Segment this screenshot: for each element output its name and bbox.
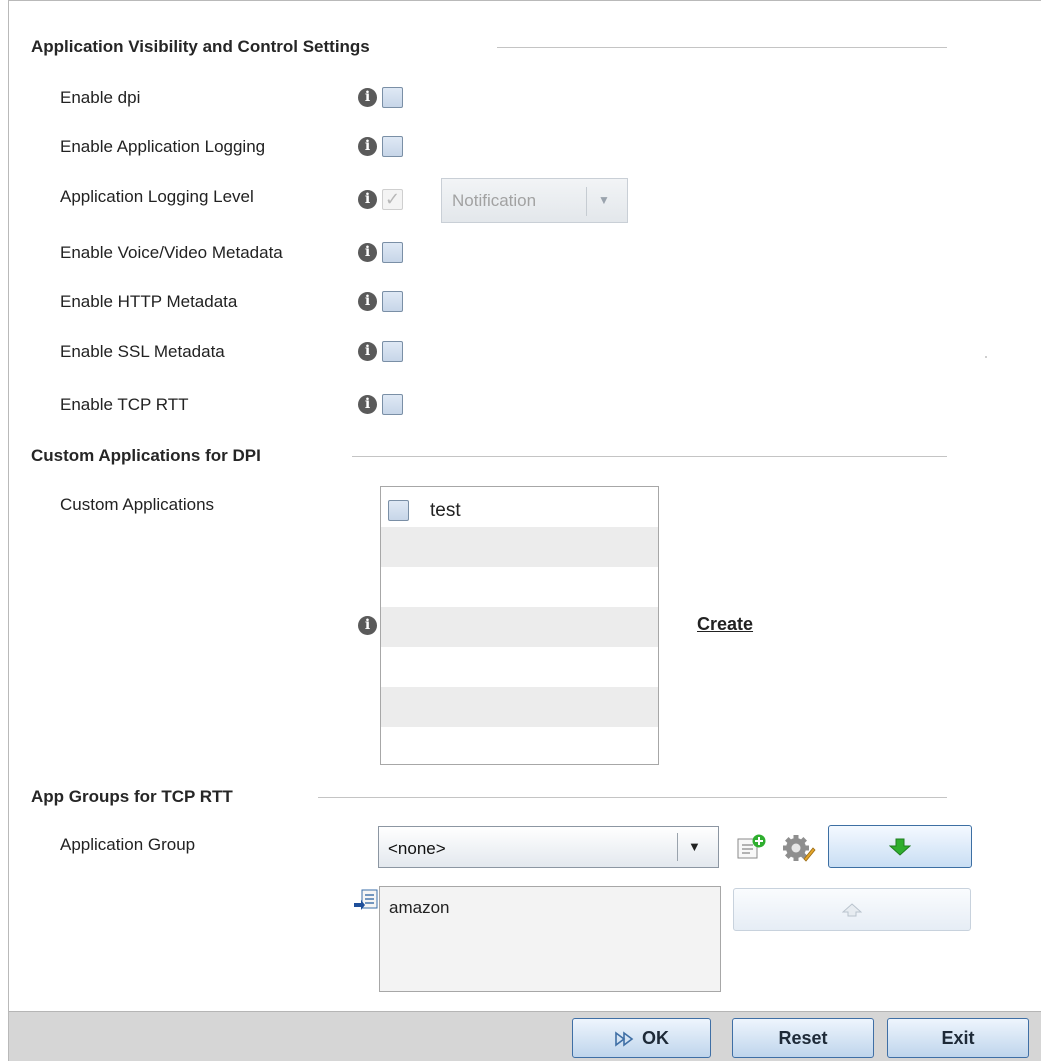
ok-button-label: OK bbox=[642, 1028, 669, 1048]
chevron-down-icon: ▼ bbox=[598, 193, 610, 207]
info-icon[interactable]: i bbox=[358, 190, 377, 209]
chevron-down-icon: ▼ bbox=[688, 839, 701, 854]
enable-http-metadata-label: Enable HTTP Metadata bbox=[60, 292, 238, 311]
double-arrow-icon bbox=[615, 1031, 634, 1047]
green-down-arrow-icon bbox=[889, 838, 911, 856]
enable-app-logging-label: Enable Application Logging bbox=[60, 137, 266, 156]
exit-button[interactable]: Exit bbox=[887, 1018, 1029, 1058]
enable-http-metadata-checkbox[interactable] bbox=[382, 291, 403, 312]
app-logging-level-checkbox[interactable]: ✓ bbox=[382, 189, 403, 210]
list-item-empty bbox=[381, 567, 658, 607]
create-link[interactable]: Create bbox=[697, 614, 753, 635]
section-divider bbox=[497, 47, 947, 48]
section-divider bbox=[352, 456, 947, 457]
list-item-empty bbox=[381, 687, 658, 727]
gear-icon[interactable] bbox=[782, 833, 816, 863]
custom-applications-label: Custom Applications bbox=[60, 495, 215, 514]
move-down-button[interactable] bbox=[828, 825, 972, 868]
section-title-visibility: Application Visibility and Control Setti… bbox=[31, 37, 370, 56]
section-title-app-groups: App Groups for TCP RTT bbox=[31, 787, 233, 806]
enable-dpi-checkbox[interactable] bbox=[382, 87, 403, 108]
enable-voice-video-metadata-label: Enable Voice/Video Metadata bbox=[60, 243, 283, 262]
exit-button-label: Exit bbox=[941, 1028, 975, 1048]
enable-dpi-label: Enable dpi bbox=[60, 88, 141, 107]
application-group-members-list[interactable]: amazon bbox=[379, 886, 721, 992]
ok-button[interactable]: OK bbox=[572, 1018, 711, 1058]
select-divider bbox=[677, 833, 678, 861]
list-item-empty bbox=[381, 647, 658, 687]
stray-mark bbox=[985, 356, 987, 358]
select-divider bbox=[586, 187, 587, 216]
footer-bar: OK Reset Exit bbox=[9, 1011, 1041, 1061]
logging-level-value: Notification bbox=[452, 191, 537, 210]
reset-button[interactable]: Reset bbox=[732, 1018, 874, 1058]
custom-applications-list[interactable]: test bbox=[380, 486, 659, 765]
info-icon[interactable]: i bbox=[358, 243, 377, 262]
enable-tcp-rtt-label: Enable TCP RTT bbox=[60, 395, 189, 414]
list-item-empty bbox=[381, 607, 658, 647]
list-item-empty bbox=[381, 527, 658, 567]
add-item-icon[interactable] bbox=[737, 834, 767, 860]
logging-level-select[interactable]: Notification ▼ bbox=[441, 178, 628, 223]
list-item-empty bbox=[381, 727, 658, 764]
up-arrow-icon bbox=[842, 902, 862, 916]
enable-voice-video-metadata-checkbox[interactable] bbox=[382, 242, 403, 263]
enable-app-logging-checkbox[interactable] bbox=[382, 136, 403, 157]
enable-ssl-metadata-label: Enable SSL Metadata bbox=[60, 342, 225, 361]
section-divider bbox=[318, 797, 947, 798]
info-icon[interactable]: i bbox=[358, 137, 377, 156]
list-insert-icon bbox=[352, 889, 380, 918]
info-icon[interactable]: i bbox=[358, 342, 377, 361]
list-item[interactable]: test bbox=[381, 487, 658, 527]
enable-tcp-rtt-checkbox[interactable] bbox=[382, 394, 403, 415]
application-group-label: Application Group bbox=[60, 835, 196, 854]
enable-ssl-metadata-checkbox[interactable] bbox=[382, 341, 403, 362]
info-icon[interactable]: i bbox=[358, 88, 377, 107]
custom-app-test-checkbox[interactable] bbox=[388, 500, 409, 521]
info-icon[interactable]: i bbox=[358, 616, 377, 635]
info-icon[interactable]: i bbox=[358, 395, 377, 414]
section-title-custom-apps: Custom Applications for DPI bbox=[31, 446, 261, 465]
application-group-value: <none> bbox=[388, 839, 446, 858]
info-icon[interactable]: i bbox=[358, 292, 377, 311]
list-item[interactable]: amazon bbox=[389, 898, 449, 918]
move-up-button[interactable] bbox=[733, 888, 971, 931]
app-logging-level-label: Application Logging Level bbox=[60, 187, 254, 206]
list-item-label: test bbox=[430, 500, 461, 521]
reset-button-label: Reset bbox=[778, 1028, 828, 1048]
application-group-select[interactable]: <none> ▼ bbox=[378, 826, 719, 868]
